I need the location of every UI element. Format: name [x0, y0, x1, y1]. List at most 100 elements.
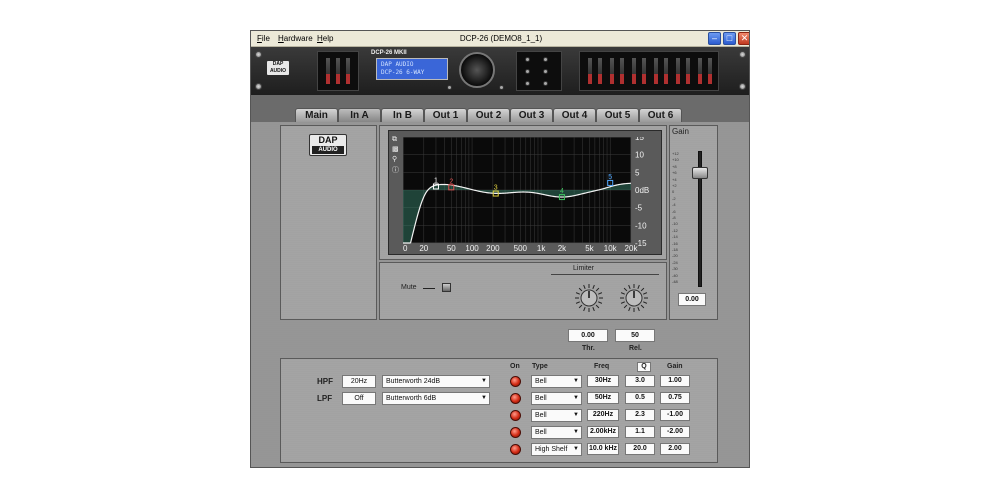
screw-icon — [255, 83, 262, 90]
tab-in-b[interactable]: In B — [381, 108, 424, 122]
header-gain: Gain — [667, 363, 683, 370]
lpf-type-select[interactable]: Butterworth 6dB ▼ — [382, 392, 490, 405]
copy-icon[interactable]: ⧉ — [392, 136, 400, 144]
tab-out-5[interactable]: Out 5 — [596, 108, 639, 122]
zoom-icon[interactable]: ⚲ — [392, 156, 400, 164]
band-freq-field[interactable]: 2.00kHz — [587, 426, 619, 438]
screw-icon — [255, 51, 262, 58]
level-meter — [708, 58, 712, 84]
info-icon[interactable]: ⓘ — [392, 167, 400, 175]
dial-tick — [623, 287, 628, 292]
rack-button[interactable] — [543, 69, 548, 74]
freq-tick-label: 10k — [604, 244, 618, 251]
level-meter — [610, 58, 614, 84]
chevron-down-icon: ▼ — [573, 412, 579, 418]
band-type-select[interactable]: Bell ▼ — [531, 409, 582, 422]
band-on-led[interactable] — [510, 427, 521, 438]
maximize-icon[interactable]: □ — [723, 32, 736, 45]
level-meter — [686, 58, 690, 84]
dial-tick — [592, 284, 595, 289]
close-icon[interactable]: ✕ — [738, 32, 749, 45]
gain-scale-tick: -30 — [672, 266, 678, 272]
gain-value-field[interactable]: 0.00 — [678, 293, 706, 306]
logo-line-2: AUDIO — [312, 146, 344, 154]
band-freq-field[interactable]: 220Hz — [587, 409, 619, 421]
limiter-release-field[interactable]: 50 — [615, 329, 655, 342]
gain-scale-tick: +12 — [672, 151, 679, 156]
dial-tick — [578, 287, 583, 292]
hpf-type-select[interactable]: Butterworth 24dB ▼ — [382, 375, 490, 388]
band-on-led[interactable] — [510, 444, 521, 455]
chevron-down-icon: ▼ — [573, 446, 579, 452]
rack-button[interactable] — [499, 85, 504, 90]
band-on-led[interactable] — [510, 376, 521, 387]
band-freq-field[interactable]: 10.0 kHz — [587, 443, 619, 455]
limiter-release-dial[interactable] — [619, 283, 649, 313]
gain-scale-tick: -4 — [672, 202, 676, 208]
hpf-frequency-field[interactable]: 20Hz — [342, 375, 376, 388]
rack-button[interactable] — [543, 81, 548, 86]
band-type-select[interactable]: High Shelf ▼ — [531, 443, 582, 456]
chevron-down-icon: ▼ — [573, 378, 579, 384]
band-type-select[interactable]: Bell ▼ — [531, 375, 582, 388]
band-marker-label-5: 5 — [608, 174, 612, 181]
lcd-line-1: DAP AUDIO — [381, 61, 414, 68]
minimize-icon[interactable]: – — [708, 32, 721, 45]
band-gain-field[interactable]: 0.75 — [660, 392, 690, 404]
freq-tick-label: 2k — [558, 244, 567, 251]
band-q-field[interactable]: 2.3 — [625, 409, 655, 421]
tab-main[interactable]: Main — [295, 108, 338, 122]
tab-out-3[interactable]: Out 3 — [510, 108, 553, 122]
limiter-divider — [551, 274, 659, 275]
limiter-threshold-field[interactable]: 0.00 — [568, 329, 608, 342]
rack-rotary-knob[interactable] — [459, 52, 495, 88]
db-tick-label: 10 — [635, 151, 644, 160]
tab-in-a[interactable]: In A — [338, 108, 381, 122]
rack-button[interactable] — [525, 81, 530, 86]
rack-button[interactable] — [543, 57, 548, 62]
freq-tick-label: 100 — [465, 244, 479, 251]
band-gain-field[interactable]: 1.00 — [660, 375, 690, 387]
band-q-field[interactable]: 1.1 — [625, 426, 655, 438]
dial-tick — [620, 301, 625, 304]
band-on-led[interactable] — [510, 393, 521, 404]
eq-graph[interactable]: ⧉ ▩ ⚲ ⓘ 12345 151050dB-5-10-151020501002… — [388, 130, 662, 255]
level-meter — [326, 58, 330, 84]
limiter-threshold-dial[interactable] — [574, 283, 604, 313]
band-freq-field[interactable]: 50Hz — [587, 392, 619, 404]
band-q-field[interactable]: 0.5 — [625, 392, 655, 404]
tab-out-1[interactable]: Out 1 — [424, 108, 467, 122]
band-marker-label-4: 4 — [560, 188, 564, 195]
tab-out-2[interactable]: Out 2 — [467, 108, 510, 122]
gain-scale-tick: +10 — [672, 157, 679, 163]
dial-tick — [583, 307, 586, 312]
dial-tick — [620, 292, 625, 295]
band-q-field[interactable]: 3.0 — [625, 375, 655, 387]
rack-button[interactable] — [525, 57, 530, 62]
band-q-field[interactable]: 20.0 — [625, 443, 655, 455]
level-meter — [346, 58, 350, 84]
band-gain-field[interactable]: 2.00 — [660, 443, 690, 455]
chevron-down-icon: ▼ — [481, 378, 487, 384]
band-type-select[interactable]: Bell ▼ — [531, 426, 582, 439]
dial-tick — [575, 292, 580, 295]
tab-out-6[interactable]: Out 6 — [639, 108, 682, 122]
tab-out-4[interactable]: Out 4 — [553, 108, 596, 122]
band-on-led[interactable] — [510, 410, 521, 421]
band-type-select[interactable]: Bell ▼ — [531, 392, 582, 405]
gain-scale-tick: -12 — [672, 227, 678, 233]
band-freq-field[interactable]: 30Hz — [587, 375, 619, 387]
band-gain-field[interactable]: -1.00 — [660, 409, 690, 421]
band-type-value: Bell — [535, 429, 547, 436]
lpf-frequency-field[interactable]: Off — [342, 392, 376, 405]
dial-tick — [592, 307, 595, 312]
camera-icon[interactable]: ▩ — [392, 146, 400, 154]
limiter-label: Limiter — [573, 265, 595, 272]
gain-slider-thumb[interactable] — [692, 167, 708, 179]
band-gain-field[interactable]: -2.00 — [660, 426, 690, 438]
rack-button[interactable] — [525, 69, 530, 74]
release-label: Rel. — [629, 345, 642, 352]
mute-button[interactable] — [442, 283, 451, 292]
rack-button[interactable] — [447, 85, 452, 90]
freq-tick-label: 200 — [486, 244, 500, 251]
